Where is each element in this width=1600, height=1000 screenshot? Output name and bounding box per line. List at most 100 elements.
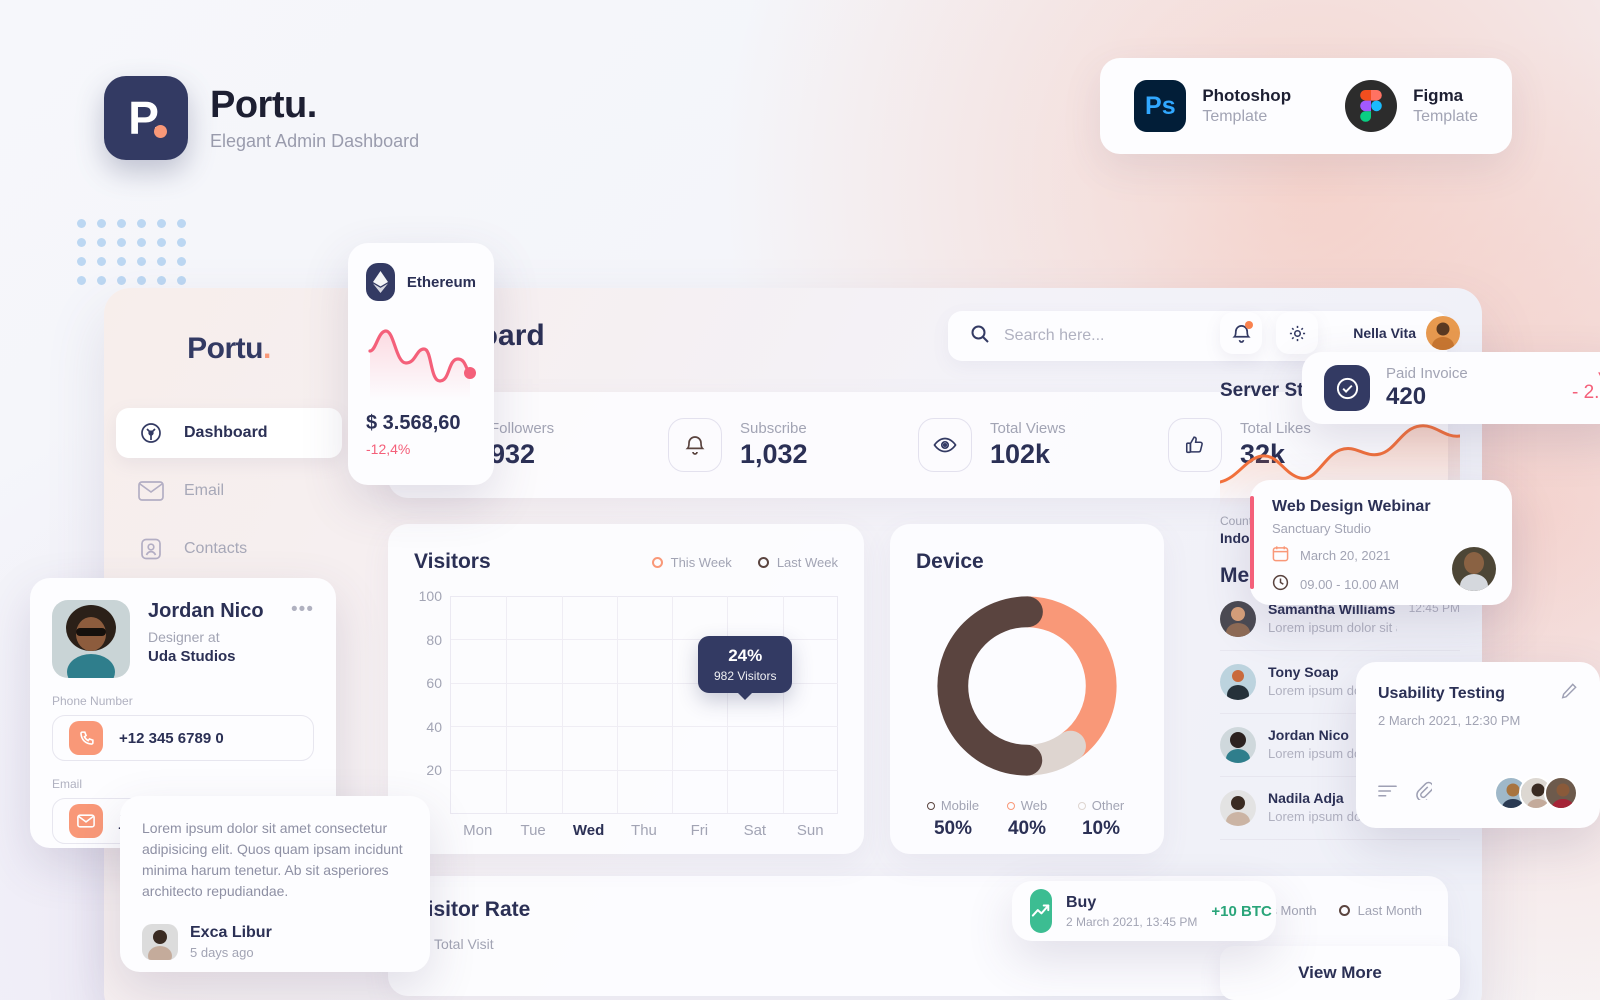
device-donut-chart bbox=[916, 588, 1138, 784]
profile-name: Jordan Nico bbox=[148, 600, 264, 622]
list-icon[interactable] bbox=[1378, 784, 1397, 803]
badge-figma-sub: Template bbox=[1413, 108, 1478, 125]
comment-author-row: Exca Libur 5 days ago bbox=[142, 924, 408, 960]
avatar bbox=[1220, 727, 1256, 763]
webinar-subtitle: Sanctuary Studio bbox=[1272, 521, 1372, 536]
device-legend-web[interactable]: Web 40% bbox=[990, 798, 1064, 840]
notification-dot bbox=[1245, 321, 1253, 329]
profile-role: Designer at bbox=[148, 629, 220, 645]
decorative-dot-grid bbox=[72, 214, 192, 290]
legend-last-week-marker bbox=[757, 556, 769, 568]
stat-subscribe-value: 1,032 bbox=[740, 439, 808, 469]
device-other-label: Other bbox=[1091, 798, 1125, 813]
legend-this-week-marker bbox=[651, 556, 663, 568]
buy-title: Buy bbox=[1066, 893, 1097, 911]
profile-photo bbox=[52, 600, 130, 678]
more-horizontal-icon[interactable]: ••• bbox=[291, 600, 314, 619]
tooltip-detail: 982 Visitors bbox=[714, 669, 777, 683]
notifications-button[interactable] bbox=[1220, 312, 1262, 354]
badge-figma-name: Figma bbox=[1413, 86, 1464, 105]
avatar bbox=[142, 924, 178, 960]
device-legend: Mobile 50% Web 40% Other 10% bbox=[916, 798, 1138, 840]
page-title: Portu. bbox=[210, 84, 317, 126]
user-menu[interactable]: Nella Vita bbox=[1353, 316, 1460, 350]
visitors-bars bbox=[451, 596, 838, 813]
xtick-sun: Sun bbox=[796, 822, 824, 839]
ethereum-icon bbox=[366, 263, 395, 301]
email-label: Email bbox=[52, 777, 83, 791]
xtick-fri: Fri bbox=[690, 822, 709, 839]
ytick-40: 40 bbox=[426, 718, 442, 735]
webinar-time: 09.00 - 10.00 AM bbox=[1300, 576, 1400, 592]
pencil-icon[interactable] bbox=[1560, 682, 1578, 705]
settings-button[interactable] bbox=[1276, 312, 1318, 354]
template-badges: Ps Photoshop Template Figma Template bbox=[1100, 58, 1512, 154]
ethereum-sparkline bbox=[368, 329, 476, 401]
phone-field[interactable]: +12 345 6789 0 bbox=[52, 715, 314, 761]
brand-logo-tile: P. bbox=[104, 76, 188, 160]
legend-last-week-label: Last Week bbox=[776, 554, 838, 570]
sidebar-item-contacts[interactable]: Contacts bbox=[116, 524, 342, 574]
xtick-wed: Wed bbox=[572, 822, 605, 839]
bell-icon bbox=[668, 418, 722, 472]
sidebar-item-dashboard[interactable]: Dashboard bbox=[116, 408, 342, 458]
avatar bbox=[1426, 316, 1460, 350]
xtick-mon: Mon bbox=[463, 822, 493, 839]
eye-icon bbox=[918, 418, 972, 472]
ethereum-delta: -12,4% bbox=[366, 441, 411, 457]
stat-total-views-label: Total Views bbox=[990, 420, 1066, 437]
ytick-20: 20 bbox=[426, 762, 442, 779]
device-web-label: Web bbox=[1020, 798, 1048, 813]
brand-logo-dot bbox=[154, 125, 167, 138]
paid-invoice-card: Paid Invoice 420 ▼ - 2.0 bbox=[1302, 352, 1600, 424]
webinar-card: Web Design Webinar Sanctuary Studio Marc… bbox=[1250, 480, 1512, 605]
badge-photoshop[interactable]: Ps Photoshop Template bbox=[1134, 80, 1291, 132]
device-card: Device Mobile 50% Web 40% Other 10% bbox=[890, 524, 1164, 854]
device-legend-other[interactable]: Other 10% bbox=[1064, 798, 1138, 840]
tooltip-percent: 24% bbox=[728, 646, 763, 665]
visitors-y-axis: 100 80 60 40 20 bbox=[414, 588, 450, 814]
legend-last-week[interactable]: Last Week bbox=[757, 554, 838, 570]
badge-figma[interactable]: Figma Template bbox=[1345, 80, 1478, 132]
avatar bbox=[1220, 664, 1256, 700]
ethereum-card: Ethereum $ 3.568,60 -12,4% bbox=[348, 243, 494, 485]
legend-this-week[interactable]: This Week bbox=[651, 555, 732, 570]
total-visit-label: Total Visit bbox=[434, 936, 494, 952]
device-title: Device bbox=[916, 550, 984, 573]
buy-date: 2 March 2021, 13:45 PM bbox=[1066, 914, 1198, 929]
triangle-down-icon: ▼ bbox=[1572, 369, 1600, 383]
xtick-thu: Thu bbox=[631, 822, 657, 839]
device-legend-mobile[interactable]: Mobile 50% bbox=[916, 798, 990, 840]
visitors-title: Visitors bbox=[414, 550, 491, 573]
sidebar-logo[interactable]: Portu. bbox=[104, 332, 354, 366]
view-more-button[interactable]: View More bbox=[1220, 946, 1460, 1000]
avatar bbox=[1220, 790, 1256, 826]
comment-card: Lorem ipsum dolor sit amet consectetur a… bbox=[120, 796, 430, 972]
visitors-x-axis: Mon Tue Wed Thu Fri Sat Sun bbox=[450, 822, 838, 839]
photoshop-icon: Ps bbox=[1134, 80, 1187, 132]
usability-date: 2 March 2021, 12:30 PM bbox=[1378, 713, 1521, 728]
badge-photoshop-name: Photoshop bbox=[1202, 86, 1292, 105]
paperclip-icon[interactable] bbox=[1415, 781, 1434, 805]
sidebar-item-contacts-label: Contacts bbox=[184, 540, 248, 557]
buy-amount: +10 BTC bbox=[1211, 902, 1272, 920]
email-icon bbox=[138, 478, 164, 504]
paid-invoice-label: Paid Invoice bbox=[1386, 365, 1468, 382]
visitors-tooltip: 24% 982 Visitors bbox=[698, 636, 793, 693]
paid-invoice-delta: - 2.0 bbox=[1571, 382, 1600, 404]
sidebar-item-email[interactable]: Email bbox=[116, 466, 342, 516]
badge-photoshop-sub: Template bbox=[1202, 108, 1268, 125]
phone-value: +12 345 6789 0 bbox=[119, 729, 224, 747]
device-other-value: 10% bbox=[1081, 818, 1121, 839]
phone-icon bbox=[69, 721, 103, 755]
sidebar-logo-dot: . bbox=[262, 332, 271, 365]
xtick-tue: Tue bbox=[520, 822, 546, 839]
device-mobile-label: Mobile bbox=[940, 798, 980, 813]
device-mobile-value: 50% bbox=[933, 818, 973, 839]
dashboard-icon bbox=[138, 420, 164, 446]
page-subtitle: Elegant Admin Dashboard bbox=[210, 131, 420, 151]
search-icon bbox=[970, 324, 990, 349]
comment-author-name: Exca Libur bbox=[190, 924, 272, 941]
envelope-icon bbox=[69, 804, 103, 838]
stat-subscribe-label: Subscribe bbox=[740, 420, 807, 437]
